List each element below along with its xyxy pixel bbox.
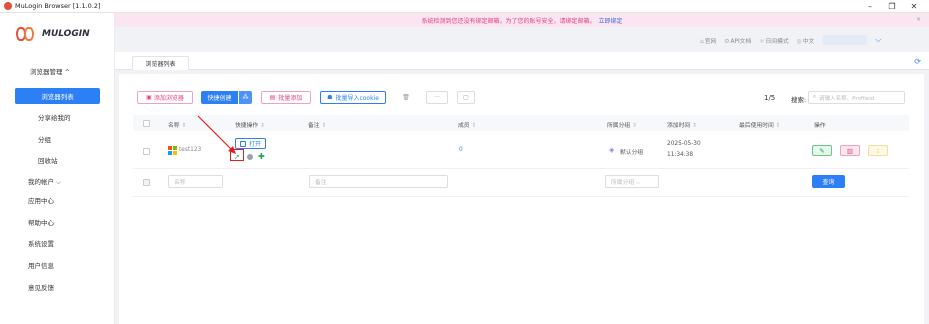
sidebar-item-feedback[interactable]: 意见反馈 (0, 279, 115, 295)
pagination-indicator: 1/5 (764, 94, 776, 102)
language-switch[interactable]: ◎中文 (797, 36, 815, 45)
search-icon: ⌕ (813, 94, 817, 100)
col-added-time[interactable]: 添加时间 ⇕ (667, 120, 697, 129)
more-actions-icon: ⁝ (876, 146, 880, 155)
minimize-button[interactable]: – (859, 2, 881, 11)
group-name: 默认分组 (620, 150, 644, 156)
row-checkbox[interactable] (143, 148, 150, 155)
filter-remark-input[interactable]: 备注 (309, 175, 448, 188)
annotation-highlight-box (230, 149, 244, 161)
sort-icon: ⇕ (321, 123, 327, 129)
refresh-icon[interactable]: ⟳ (914, 57, 921, 66)
row-divider (133, 168, 909, 169)
group-icon: ◈ (609, 146, 615, 154)
sort-icon: ⇕ (692, 123, 698, 129)
mulogin-logo-icon (16, 27, 38, 41)
brand-name: MULOGIN (42, 29, 90, 39)
save-icon[interactable]: ▢ (457, 91, 475, 104)
quick-create-settings-icon[interactable]: ⁂ (239, 91, 252, 104)
sort-icon: ⇕ (181, 123, 187, 129)
added-date: 2025-05-30 (667, 141, 701, 147)
close-window-button[interactable]: ✕ (903, 2, 925, 11)
tab-bar: 浏览器列表 ⟳ (115, 52, 929, 70)
sort-icon: ⇕ (471, 123, 477, 129)
col-name[interactable]: 名称 ⇕ (168, 120, 186, 129)
delete-row-button[interactable]: ▥ (840, 145, 860, 156)
maximize-button[interactable]: ❐ (881, 2, 903, 11)
window-title: MuLogin Browser [1.1.0.2] (15, 2, 101, 10)
windows-os-icon (168, 146, 177, 155)
quick-create-button[interactable]: 快捷创建 (201, 91, 238, 104)
header-toolbar: ⌂官网 ⚙API文档 ☼日间模式 ◎中文 ⌵ (700, 35, 881, 45)
batch-add-icon: ▤ (269, 94, 276, 101)
sort-icon: ⇕ (775, 123, 781, 129)
col-actions: 操作 (814, 123, 826, 129)
sidebar-item-browser-management[interactable]: 浏览器管理 ^ (0, 63, 115, 79)
extension-puzzle-icon[interactable]: ✚ (258, 152, 265, 161)
day-mode-toggle[interactable]: ☼日间模式 (759, 36, 788, 45)
col-members[interactable]: 成员 ⇕ (458, 120, 476, 129)
sidebar-item-user-info[interactable]: 用户信息 (0, 257, 115, 273)
globe-icon: ◎ (796, 38, 802, 45)
filter-group-select[interactable]: 所属分组 ⌵ (605, 175, 659, 188)
col-group[interactable]: 所属分组 ⇕ (607, 120, 637, 129)
home-icon: ⌂ (700, 38, 704, 45)
col-remark[interactable]: 备注 ⇕ (308, 120, 326, 129)
app-title: MuLogin Browser [1.1.0.2] (4, 2, 101, 10)
sidebar-item-my-account[interactable]: 我的帐户 ⌵ (0, 173, 115, 189)
member-count[interactable]: 0 (459, 147, 463, 153)
sidebar-item-groups[interactable]: 分组 (0, 131, 115, 147)
pencil-icon: ✎ (819, 146, 825, 155)
filter-checkbox (143, 179, 150, 186)
more-button[interactable]: ··· (426, 91, 448, 104)
add-browser-icon: ▣ (146, 94, 152, 101)
trash-icon: ▥ (846, 146, 854, 155)
title-bar: MuLogin Browser [1.1.0.2] – ❐ ✕ (0, 0, 929, 13)
sidebar-item-shared-with-me[interactable]: 分享给我的 (0, 109, 115, 125)
row-divider (133, 196, 909, 197)
window-controls: – ❐ ✕ (859, 0, 925, 13)
more-actions-button[interactable]: ⁝ (868, 145, 888, 156)
bind-email-link[interactable]: 立即绑定 (599, 16, 623, 25)
add-browser-button[interactable]: ▣ 添加浏览器 (137, 91, 193, 104)
notice-close-icon[interactable]: × (916, 16, 921, 23)
filter-name-input[interactable]: 名称 (168, 175, 223, 188)
sidebar-item-help-center[interactable]: 帮助中心 (0, 214, 115, 230)
user-dropdown-icon[interactable]: ⌵ (875, 35, 881, 45)
sidebar-item-system-settings[interactable]: 系统设置 (0, 235, 115, 251)
app-logo-icon (4, 2, 12, 10)
edit-button[interactable]: ✎ (812, 145, 832, 156)
official-site-link[interactable]: ⌂官网 (700, 36, 716, 45)
sun-icon: ☼ (759, 38, 765, 45)
col-last-used[interactable]: 最后使用时间 ⇕ (739, 120, 781, 129)
api-icon: ⚙ (724, 38, 730, 45)
sidebar-item-recycle-bin[interactable]: 回收站 (0, 152, 115, 168)
sort-icon: ⇕ (260, 123, 266, 129)
sidebar-item-app-center[interactable]: 应用中心 (0, 192, 115, 208)
batch-import-cookie-button[interactable]: ☗ 批量导入cookie (320, 91, 386, 104)
search-label: 搜索: (791, 96, 807, 104)
query-button[interactable]: 查询 (812, 175, 845, 188)
api-docs-link[interactable]: ⚙API文档 (724, 36, 751, 45)
sidebar: MULOGIN 浏览器管理 ^ 浏览器列表 分享给我的 分组 回收站 我的帐户 … (0, 13, 115, 324)
sidebar-item-browser-list[interactable]: 浏览器列表 (15, 88, 100, 104)
select-all-checkbox[interactable] (143, 120, 150, 127)
email-binding-notice: 系统检测到您还没有绑定邮箱，为了您的账号安全，请绑定邮箱。 立即绑定 × (115, 13, 929, 27)
delete-icon[interactable]: 🗑 (397, 91, 415, 104)
tab-browser-list[interactable]: 浏览器列表 (132, 56, 189, 70)
added-time: 11:34:38 (667, 152, 694, 158)
sort-icon: ⇕ (632, 123, 638, 129)
batch-add-button[interactable]: ▤ 批量添加 (261, 91, 311, 104)
cookie-import-icon: ☗ (327, 94, 333, 101)
user-account-box[interactable] (822, 35, 868, 45)
notice-text: 系统检测到您还没有绑定邮箱，为了您的账号安全，请绑定邮箱。 (421, 17, 596, 25)
search-input[interactable]: ⌕ 请输入名称、Profileid (808, 91, 905, 104)
brand-logo: MULOGIN (16, 27, 90, 41)
